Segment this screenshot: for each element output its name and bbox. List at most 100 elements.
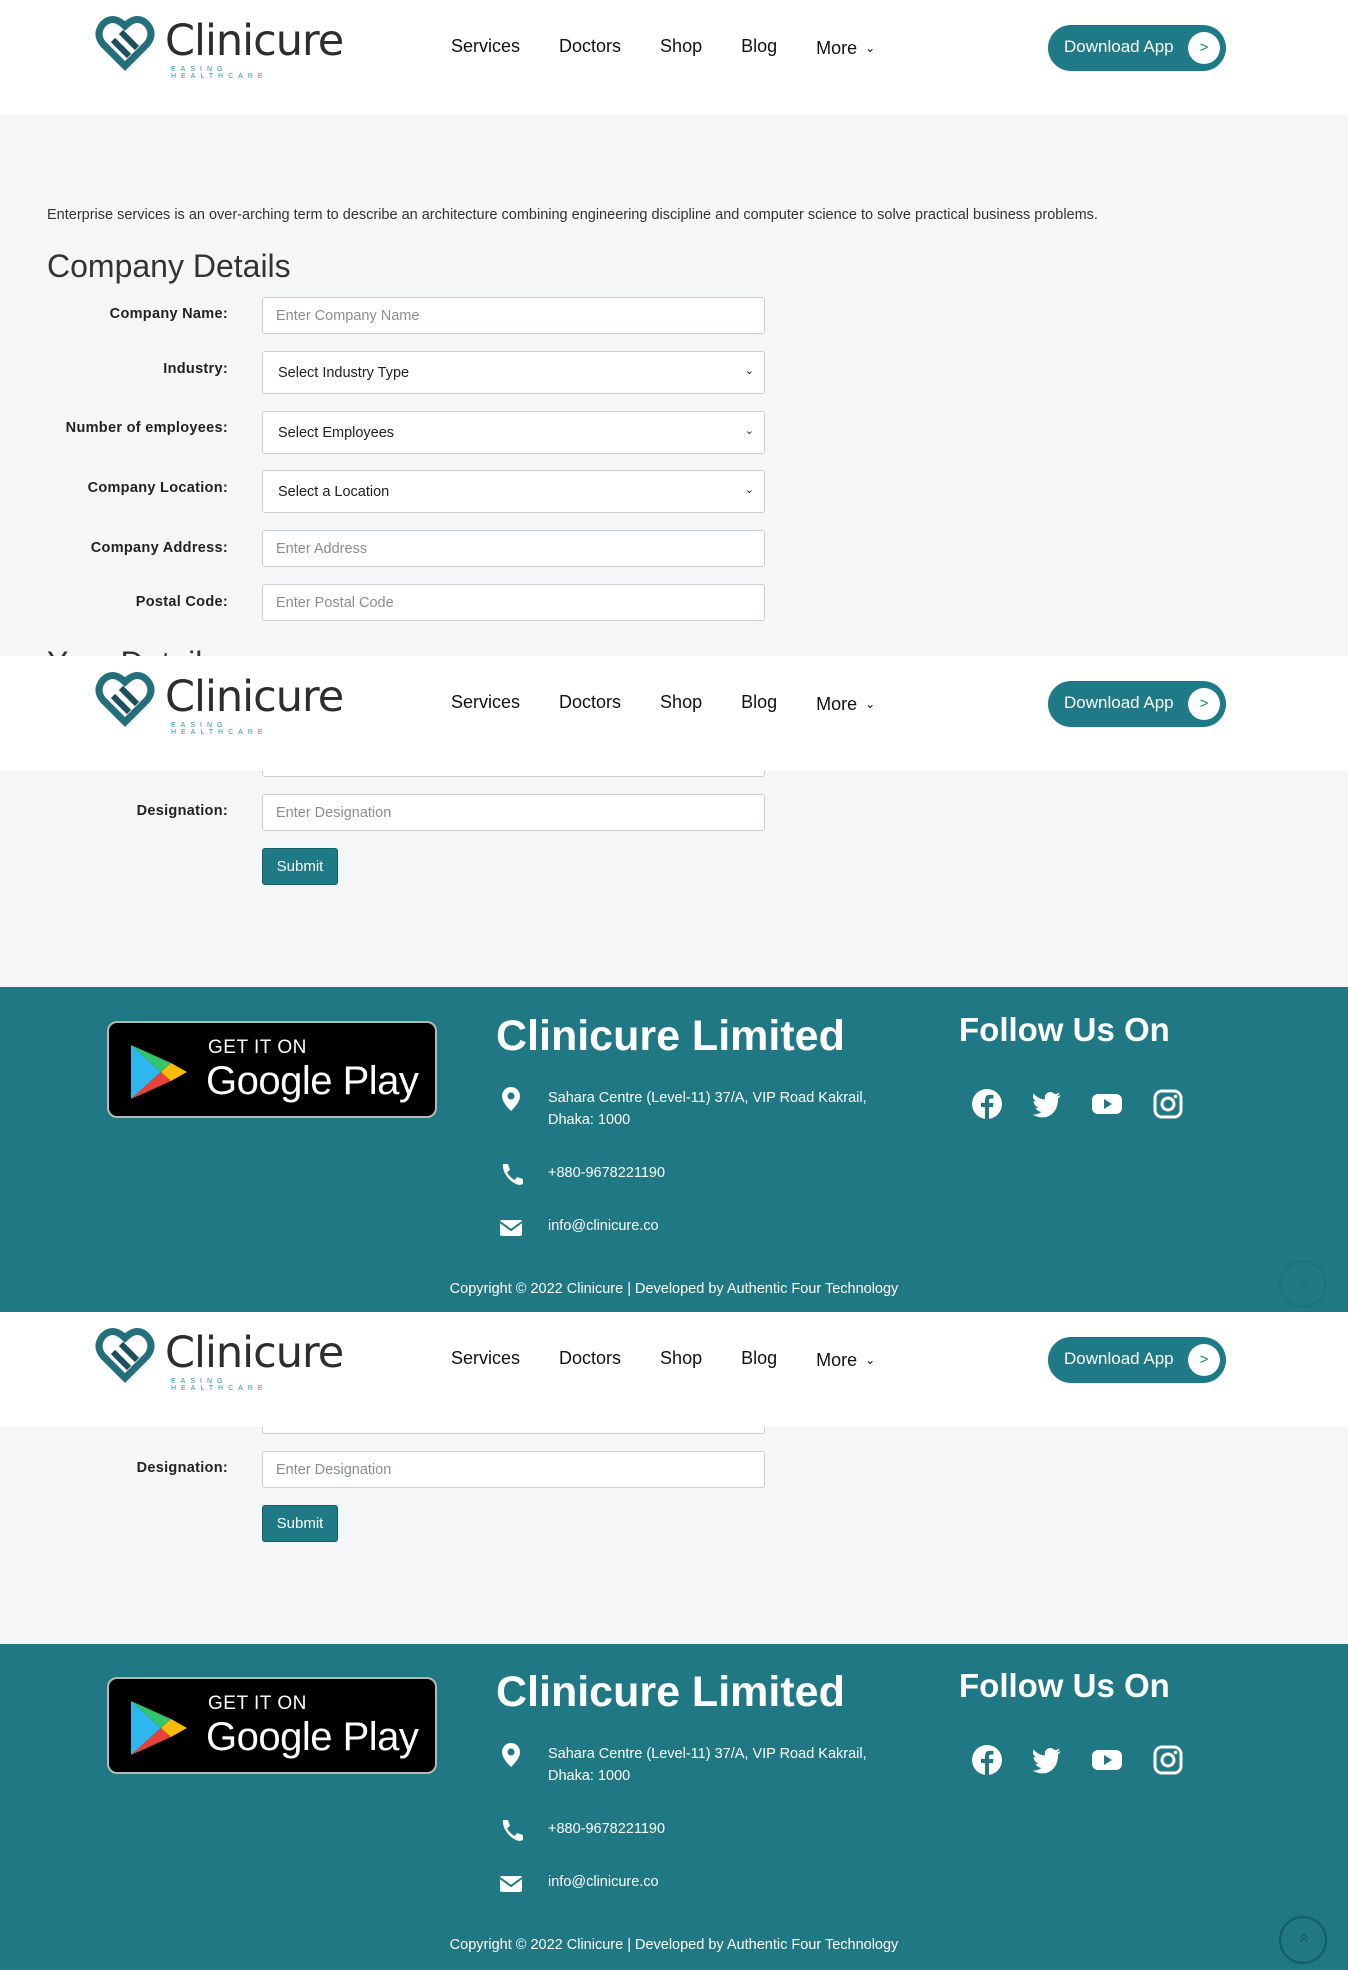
logo-heart-icon [95, 1328, 155, 1383]
designation-input[interactable]: Enter Designation [262, 1451, 765, 1488]
clinicure-logo[interactable]: Clinicure EASING HEALTHCARE [95, 10, 344, 80]
facebook-icon[interactable] [971, 1088, 1003, 1120]
nav-blog[interactable]: Blog [741, 36, 777, 60]
main-nav: Services Doctors Shop Blog More ⌄ [451, 36, 914, 60]
instagram-icon[interactable] [1152, 1088, 1184, 1120]
submit-button[interactable]: Submit [262, 848, 338, 885]
follow-us-heading: Follow Us On [959, 1011, 1170, 1048]
page: Clinicure EASING HEALTHCARE Services Doc… [0, 0, 1348, 1970]
twitter-icon[interactable] [1031, 1744, 1063, 1776]
company-details-heading: Company Details [47, 248, 291, 284]
partial-input[interactable] [262, 1426, 765, 1434]
download-app-button[interactable]: Download App > [1048, 681, 1226, 727]
location-pin-icon [502, 1743, 520, 1767]
logo-heart-icon [95, 672, 155, 727]
download-app-label: Download App [1064, 1349, 1174, 1368]
youtube-icon[interactable] [1091, 1744, 1123, 1776]
nav-doctors[interactable]: Doctors [559, 692, 621, 716]
youtube-icon[interactable] [1091, 1088, 1123, 1120]
scroll-to-top-button[interactable]: » [1279, 1260, 1327, 1308]
follow-us-heading: Follow Us On [959, 1667, 1170, 1704]
logo-heart-icon [95, 16, 155, 71]
footer-email[interactable]: info@clinicure.co [548, 1871, 659, 1893]
address-input[interactable]: Enter Address [262, 530, 765, 567]
main-nav: Services Doctors Shop Blog More ⌄ [451, 692, 914, 716]
chevron-down-icon: ⌄ [865, 697, 876, 711]
postal-code-input[interactable]: Enter Postal Code [262, 584, 765, 621]
postal-code-label: Postal Code: [135, 594, 228, 610]
location-value: Select a Location [278, 484, 390, 500]
download-app-button[interactable]: Download App > [1048, 25, 1226, 71]
footer-phone[interactable]: +880-9678221190 [548, 1162, 665, 1184]
submit-button[interactable]: Submit [262, 1505, 338, 1542]
location-select[interactable]: Select a Location ⌄ [262, 470, 765, 513]
footer-company-name: Clinicure Limited [496, 1012, 845, 1060]
footer-company-name: Clinicure Limited [496, 1668, 845, 1716]
clinicure-logo[interactable]: Clinicure EASING HEALTHCARE [95, 666, 344, 736]
footer-address: Sahara Centre (Level-11) 37/A, VIP Road … [548, 1087, 867, 1131]
google-play-badge[interactable]: GET IT ON Google Play [107, 1021, 437, 1118]
address-line1: Sahara Centre (Level-11) 37/A, VIP Road … [548, 1746, 867, 1762]
google-play-line2: Google Play [206, 1059, 419, 1103]
twitter-icon[interactable] [1031, 1088, 1063, 1120]
mail-icon [499, 1876, 523, 1892]
industry-value: Select Industry Type [278, 365, 410, 381]
nav-blog[interactable]: Blog [741, 692, 777, 716]
nav-blog[interactable]: Blog [741, 1348, 777, 1372]
footer-email[interactable]: info@clinicure.co [548, 1215, 659, 1237]
facebook-icon[interactable] [971, 1744, 1003, 1776]
site-footer: GET IT ON Google Play Clinicure Limited … [0, 987, 1348, 1312]
phone-icon [502, 1820, 523, 1841]
nav-doctors[interactable]: Doctors [559, 36, 621, 60]
employees-value: Select Employees [278, 425, 395, 441]
industry-select[interactable]: Select Industry Type ⌄ [262, 351, 765, 394]
chevron-down-icon: ⌄ [744, 425, 754, 437]
designation-label: Designation: [136, 1460, 228, 1476]
site-footer: GET IT ON Google Play Clinicure Limited … [0, 1644, 1348, 1970]
nav-more-label: More [816, 37, 858, 58]
google-play-badge[interactable]: GET IT ON Google Play [107, 1677, 437, 1774]
google-play-line1: GET IT ON [208, 1693, 307, 1714]
industry-label: Industry: [163, 361, 228, 377]
logo-tagline: EASING HEALTHCARE [171, 1378, 268, 1392]
site-header: Clinicure EASING HEALTHCARE Services Doc… [0, 0, 1348, 115]
nav-more[interactable]: More ⌄ [816, 692, 875, 716]
employees-select[interactable]: Select Employees ⌄ [262, 411, 765, 454]
chevron-down-icon: ⌄ [744, 484, 754, 496]
your-details-heading: Your Details [47, 638, 218, 656]
address-line2: Dhaka: 1000 [548, 1768, 631, 1784]
instagram-icon[interactable] [1152, 1744, 1184, 1776]
designation-label: Designation: [136, 803, 228, 819]
nav-shop[interactable]: Shop [660, 1348, 702, 1372]
copyright-text: Copyright © 2022 Clinicure | Developed b… [449, 1281, 899, 1297]
company-name-input[interactable]: Enter Company Name [262, 297, 765, 334]
nav-services[interactable]: Services [451, 36, 520, 60]
nav-more[interactable]: More ⌄ [816, 1348, 875, 1372]
logo-tagline: EASING HEALTHCARE [171, 66, 268, 80]
nav-more[interactable]: More ⌄ [816, 36, 875, 60]
site-header-sticky-2: Clinicure EASING HEALTHCARE Services Doc… [0, 1312, 1348, 1427]
nav-shop[interactable]: Shop [660, 692, 702, 716]
nav-shop[interactable]: Shop [660, 36, 702, 60]
logo-tagline: EASING HEALTHCARE [171, 722, 268, 736]
logo-name: Clinicure [165, 16, 344, 66]
copyright-text: Copyright © 2022 Clinicure | Developed b… [449, 1937, 899, 1953]
designation-input[interactable]: Enter Designation [262, 794, 765, 831]
download-app-button[interactable]: Download App > [1048, 1337, 1226, 1383]
google-play-icon [131, 1701, 187, 1755]
download-app-label: Download App [1064, 693, 1174, 712]
nav-more-label: More [816, 1349, 858, 1370]
nav-more-label: More [816, 693, 858, 714]
scroll-to-top-button[interactable]: » [1279, 1916, 1327, 1964]
chevron-down-icon: ⌄ [744, 365, 754, 377]
clinicure-logo[interactable]: Clinicure EASING HEALTHCARE [95, 1322, 344, 1392]
footer-phone[interactable]: +880-9678221190 [548, 1818, 665, 1840]
arrow-right-icon: > [1188, 688, 1220, 720]
arrow-right-icon: > [1188, 32, 1220, 64]
google-play-line2: Google Play [206, 1715, 419, 1759]
nav-services[interactable]: Services [451, 692, 520, 716]
nav-services[interactable]: Services [451, 1348, 520, 1372]
google-play-line1: GET IT ON [208, 1037, 307, 1058]
arrow-right-icon: > [1188, 1344, 1220, 1376]
nav-doctors[interactable]: Doctors [559, 1348, 621, 1372]
